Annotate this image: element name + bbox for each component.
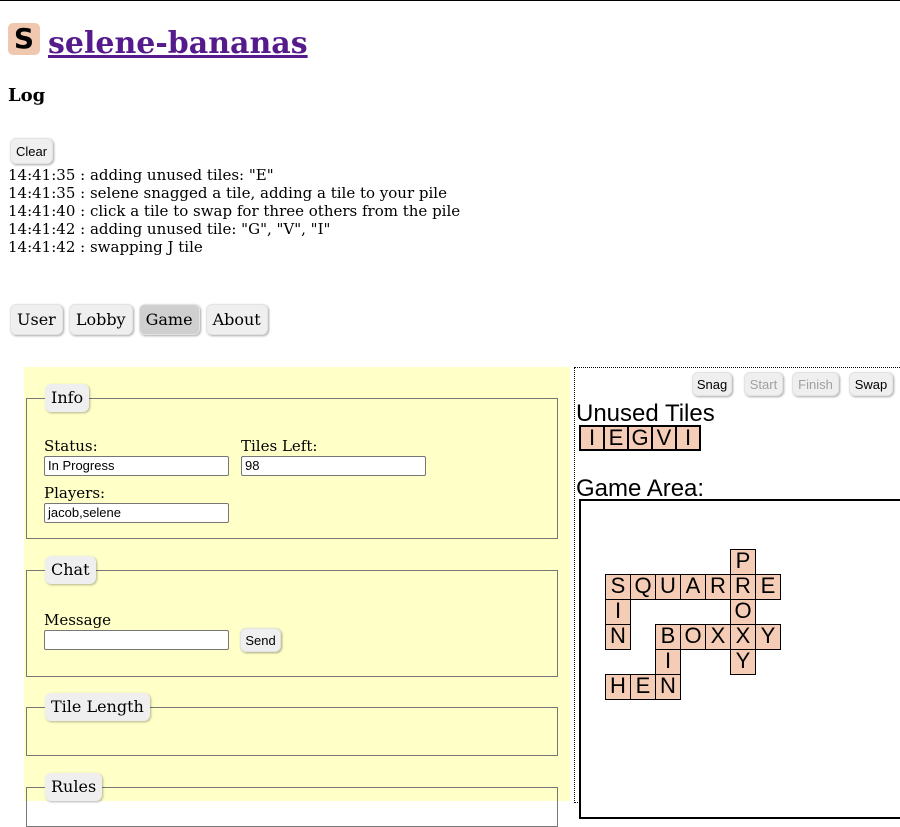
- log-output[interactable]: 14:41:35 : adding unused tiles: "E" 14:4…: [8, 167, 508, 259]
- status-field[interactable]: In Progress: [44, 456, 229, 476]
- logo-icon: S: [8, 23, 40, 55]
- players-field[interactable]: jacob,selene: [44, 503, 229, 523]
- unused-tile[interactable]: I: [580, 426, 604, 450]
- tiles-left-field[interactable]: 98: [241, 456, 426, 476]
- log-heading: Log: [8, 85, 46, 106]
- board-tile[interactable]: I: [655, 649, 681, 675]
- board-tile[interactable]: X: [705, 624, 731, 650]
- board-tile[interactable]: P: [730, 549, 756, 575]
- board-tile[interactable]: H: [605, 674, 631, 700]
- board-tile[interactable]: O: [680, 624, 706, 650]
- board-tile[interactable]: Q: [630, 574, 656, 600]
- tab-user[interactable]: User: [10, 304, 63, 335]
- unused-tile[interactable]: G: [628, 426, 652, 450]
- board-tile[interactable]: A: [680, 574, 706, 600]
- info-legend: Info: [45, 384, 90, 412]
- board-tile[interactable]: E: [630, 674, 656, 700]
- board-tile[interactable]: E: [755, 574, 781, 600]
- log-line: 14:41:40 : click a tile to swap for thre…: [8, 202, 461, 220]
- log-line: 14:41:42 : swapping J tile: [8, 238, 203, 256]
- unused-tiles-row: IEGVI: [579, 425, 701, 451]
- status-label: Status:: [44, 437, 98, 455]
- log-line: 14:41:35 : adding unused tiles: "E": [8, 167, 274, 184]
- game-info-panel: Info Status: In Progress Tiles Left: 98 …: [24, 367, 570, 827]
- message-label: Message: [44, 611, 112, 629]
- board-tile[interactable]: X: [730, 624, 756, 650]
- board-tile[interactable]: O: [730, 599, 756, 625]
- unused-tile[interactable]: E: [604, 426, 628, 450]
- main-tabs: User Lobby Game About: [10, 304, 268, 335]
- snag-button[interactable]: Snag: [692, 372, 732, 396]
- clear-log-button[interactable]: Clear: [10, 138, 53, 164]
- finish-button: Finish: [792, 372, 839, 396]
- unused-tile[interactable]: V: [652, 426, 676, 450]
- chat-fieldset: Chat Message Send: [26, 556, 558, 677]
- tab-about[interactable]: About: [205, 304, 268, 335]
- board-tile[interactable]: I: [605, 599, 631, 625]
- tile-length-fieldset: Tile Length: [26, 693, 558, 756]
- board-tile[interactable]: N: [655, 674, 681, 700]
- board-tile[interactable]: R: [705, 574, 731, 600]
- tab-lobby[interactable]: Lobby: [68, 304, 133, 335]
- tile-length-legend: Tile Length: [45, 693, 150, 721]
- unused-tiles-title: Unused Tiles: [576, 400, 715, 427]
- tiles-left-label: Tiles Left:: [241, 437, 318, 455]
- board-tile[interactable]: R: [730, 574, 756, 600]
- board-tile[interactable]: U: [655, 574, 681, 600]
- board-tile[interactable]: B: [655, 624, 681, 650]
- board-tile[interactable]: S: [605, 574, 631, 600]
- send-button[interactable]: Send: [240, 628, 281, 652]
- message-input[interactable]: [44, 630, 229, 650]
- swap-button[interactable]: Swap: [849, 372, 893, 396]
- board-tile[interactable]: Y: [730, 649, 756, 675]
- board-tile[interactable]: N: [605, 624, 631, 650]
- tab-game[interactable]: Game: [138, 304, 200, 335]
- log-line: 14:41:42 : adding unused tile: "G", "V",…: [8, 220, 331, 238]
- start-button: Start: [744, 372, 783, 396]
- rules-legend: Rules: [45, 773, 103, 801]
- info-fieldset: Info Status: In Progress Tiles Left: 98 …: [26, 384, 558, 539]
- players-label: Players:: [44, 484, 106, 502]
- chat-legend: Chat: [45, 556, 96, 584]
- log-line: 14:41:35 : selene snagged a tile, adding…: [8, 184, 447, 202]
- unused-tile[interactable]: I: [676, 426, 700, 450]
- game-board-panel: Snag Start Finish Swap Unused Tiles IEGV…: [574, 367, 900, 819]
- site-title-link[interactable]: selene-bananas: [48, 25, 308, 63]
- board-tile[interactable]: Y: [755, 624, 781, 650]
- game-area-board[interactable]: PSQUARREIONBOXXYIYHEN: [579, 499, 900, 819]
- rules-fieldset: Rules: [26, 773, 558, 827]
